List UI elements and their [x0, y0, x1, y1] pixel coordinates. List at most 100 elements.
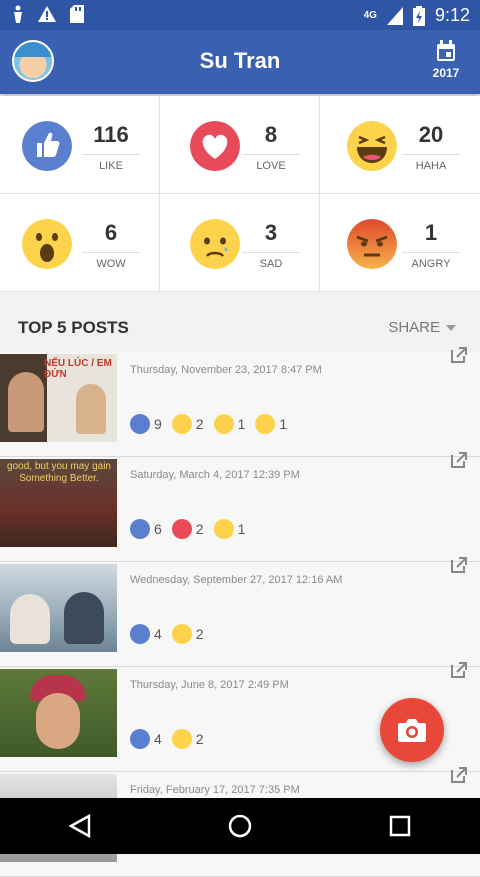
- post-reactions: 9 2 1 1: [130, 414, 291, 434]
- wow-icon: [22, 219, 72, 269]
- reaction-like: 9: [130, 414, 162, 434]
- stat-like: 116 LIKE: [0, 96, 160, 194]
- stat-count: 3: [242, 220, 300, 246]
- page-title: Su Tran: [0, 48, 480, 74]
- wow-icon: [214, 414, 234, 434]
- camera-fab[interactable]: [380, 698, 444, 762]
- reaction-count: 9: [154, 416, 162, 432]
- open-external-icon[interactable]: [450, 451, 468, 469]
- open-external-icon[interactable]: [450, 346, 468, 364]
- love-icon: [190, 121, 240, 171]
- stat-label: LOVE: [242, 154, 300, 172]
- wow-icon: [214, 519, 234, 539]
- reaction-count: 2: [196, 626, 204, 642]
- battery-icon: [413, 6, 425, 26]
- haha-icon: [172, 414, 192, 434]
- stat-count: 20: [402, 122, 460, 148]
- open-external-icon[interactable]: [450, 556, 468, 574]
- dropdown-icon: [446, 325, 456, 331]
- reaction-count: 6: [154, 521, 162, 537]
- post-thumbnail[interactable]: NẾU LÚC / EM ĐỨN: [0, 354, 117, 442]
- thumbnail-caption: NẾU LÚC / EM ĐỨN: [44, 358, 116, 380]
- stat-count: 116: [82, 122, 140, 148]
- reaction-stats: 116 LIKE 8 LOVE 20 HAHA 6 WOW 3 SAD 1 AN…: [0, 96, 480, 292]
- like-icon: [130, 624, 150, 644]
- post-date: Wednesday, September 27, 2017 12:16 AM: [130, 574, 342, 586]
- reaction-count: 1: [238, 521, 246, 537]
- reaction-wow: 1: [214, 414, 246, 434]
- post-reactions: 4 2: [130, 729, 208, 749]
- section-title: TOP 5 POSTS: [18, 318, 129, 338]
- stat-label: HAHA: [402, 154, 460, 172]
- home-icon[interactable]: [228, 814, 252, 838]
- like-icon: [22, 121, 72, 171]
- post-date: Friday, February 17, 2017 7:35 PM: [130, 784, 300, 796]
- post-thumbnail[interactable]: good, but you may gain Something Better.: [0, 459, 117, 547]
- post-date: Thursday, June 8, 2017 2:49 PM: [130, 679, 289, 691]
- year-label: 2017: [433, 66, 460, 80]
- year-picker-button[interactable]: 2017: [426, 40, 466, 80]
- reaction-count: 1: [238, 416, 246, 432]
- post-reactions: 4 2: [130, 624, 208, 644]
- stat-love: 8 LOVE: [160, 96, 320, 194]
- reaction-like: 6: [130, 519, 162, 539]
- reaction-sad: 2: [172, 729, 204, 749]
- post-thumbnail[interactable]: [0, 669, 117, 757]
- stat-sad: 3 SAD: [160, 194, 320, 292]
- clock: 9:12: [435, 5, 470, 26]
- reaction-haha: 2: [172, 624, 204, 644]
- post-item[interactable]: good, but you may gain Something Better.…: [0, 457, 480, 562]
- top-posts-header: TOP 5 POSTS SHARE: [0, 300, 480, 352]
- back-icon[interactable]: [69, 814, 91, 838]
- camera-icon: [397, 718, 427, 742]
- stat-label: LIKE: [82, 154, 140, 172]
- sad-icon: [172, 729, 192, 749]
- network-type: 4G: [364, 10, 377, 21]
- calendar-icon: [435, 40, 457, 62]
- reaction-count: 2: [196, 416, 204, 432]
- signal-icon: [387, 7, 403, 25]
- recents-icon[interactable]: [389, 815, 411, 837]
- post-date: Saturday, March 4, 2017 12:39 PM: [130, 469, 300, 481]
- post-item[interactable]: Wednesday, September 27, 2017 12:16 AM 4…: [0, 562, 480, 667]
- open-external-icon[interactable]: [450, 766, 468, 784]
- reaction-count: 2: [196, 521, 204, 537]
- open-external-icon[interactable]: [450, 661, 468, 679]
- reaction-haha: 2: [172, 414, 204, 434]
- sd-card-icon: [70, 5, 84, 23]
- post-date: Thursday, November 23, 2017 8:47 PM: [130, 364, 322, 376]
- stat-label: SAD: [242, 252, 300, 270]
- accessibility-icon: [12, 5, 24, 23]
- like-icon: [130, 519, 150, 539]
- post-item[interactable]: NẾU LÚC / EM ĐỨN Thursday, November 23, …: [0, 352, 480, 457]
- reaction-count: 1: [279, 416, 287, 432]
- warning-icon: [38, 6, 56, 22]
- stat-haha: 20 HAHA: [320, 96, 480, 194]
- like-icon: [130, 729, 150, 749]
- stat-count: 1: [402, 220, 460, 246]
- stat-wow: 6 WOW: [0, 194, 160, 292]
- post-reactions: 6 2 1: [130, 519, 249, 539]
- stat-angry: 1 ANGRY: [320, 194, 480, 292]
- love-icon: [172, 519, 192, 539]
- share-button[interactable]: SHARE: [388, 319, 456, 336]
- reaction-count: 2: [196, 731, 204, 747]
- reaction-like: 4: [130, 729, 162, 749]
- system-nav-bar: [0, 798, 480, 854]
- stat-count: 8: [242, 122, 300, 148]
- reaction-wow: 1: [214, 519, 246, 539]
- sad-icon: [190, 219, 240, 269]
- angry-icon: [347, 219, 397, 269]
- status-bar: 4G 9:12: [0, 0, 480, 30]
- reaction-count: 4: [154, 731, 162, 747]
- share-label: SHARE: [388, 319, 440, 336]
- post-thumbnail[interactable]: [0, 564, 117, 652]
- haha-icon: [347, 121, 397, 171]
- reaction-sad: 1: [255, 414, 287, 434]
- thumbnail-caption: good, but you may gain Something Better.: [6, 461, 112, 485]
- reaction-love: 2: [172, 519, 204, 539]
- stat-count: 6: [82, 220, 140, 246]
- reaction-count: 4: [154, 626, 162, 642]
- stat-label: ANGRY: [402, 252, 460, 270]
- reaction-like: 4: [130, 624, 162, 644]
